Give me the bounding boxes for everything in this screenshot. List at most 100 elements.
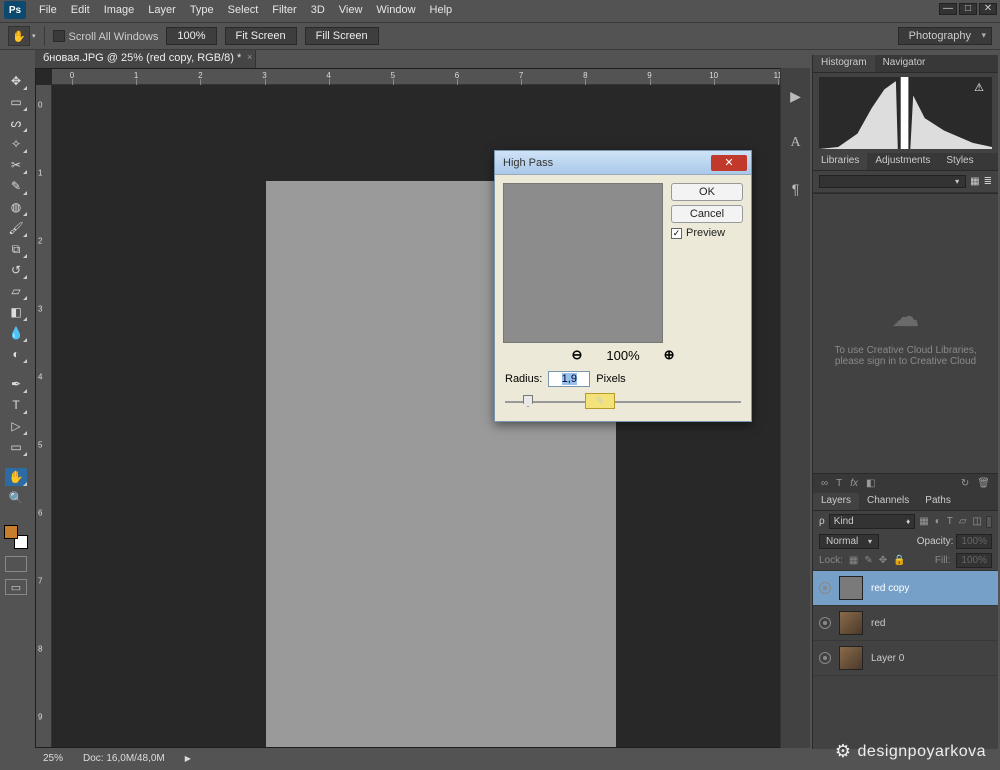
zoom-tool[interactable]: 🔍: [5, 489, 27, 507]
warning-icon[interactable]: ⚠: [974, 81, 984, 94]
menu-filter[interactable]: Filter: [265, 2, 303, 18]
layer-row[interactable]: red copy: [813, 571, 998, 606]
trash-icon[interactable]: 🗑: [977, 478, 990, 489]
menu-select[interactable]: Select: [221, 2, 266, 18]
eyedropper-tool[interactable]: ✎: [5, 177, 27, 195]
filter-shape-icon[interactable]: ▱: [959, 516, 967, 527]
layer-filter-kind[interactable]: Kind♦: [829, 514, 916, 529]
opacity-value[interactable]: 100%: [956, 534, 992, 549]
character-panel-icon[interactable]: A: [790, 135, 800, 151]
gradient-tool[interactable]: ◧: [5, 303, 27, 321]
play-icon[interactable]: ▶: [790, 88, 801, 105]
pen-tool[interactable]: ✒: [5, 375, 27, 393]
hand-tool[interactable]: ✋: [5, 468, 27, 486]
menu-help[interactable]: Help: [423, 2, 460, 18]
lock-all-icon[interactable]: 🔒: [893, 555, 905, 566]
ok-button[interactable]: OK: [671, 183, 743, 201]
preview-checkbox[interactable]: ✓Preview: [671, 227, 743, 239]
healing-brush-tool[interactable]: ◍: [5, 198, 27, 216]
filter-adjust-icon[interactable]: ◐: [935, 516, 941, 527]
menu-image[interactable]: Image: [97, 2, 142, 18]
quick-mask-toggle[interactable]: [5, 556, 27, 572]
tab-adjustments[interactable]: Adjustments: [867, 153, 938, 170]
crop-tool[interactable]: ✂: [5, 156, 27, 174]
menu-window[interactable]: Window: [369, 2, 422, 18]
close-tab-icon[interactable]: ×: [247, 52, 252, 62]
path-selection-tool[interactable]: ▷: [5, 417, 27, 435]
minimize-button[interactable]: —: [939, 3, 957, 15]
blur-tool[interactable]: 💧: [5, 324, 27, 342]
menu-edit[interactable]: Edit: [64, 2, 97, 18]
eraser-tool[interactable]: ▱: [5, 282, 27, 300]
menu-layer[interactable]: Layer: [141, 2, 183, 18]
dialog-titlebar[interactable]: High Pass ✕: [495, 151, 751, 175]
workspace-picker[interactable]: Photography: [898, 27, 992, 45]
shape-tool[interactable]: ▭: [5, 438, 27, 456]
layer-thumbnail[interactable]: [839, 576, 863, 600]
filter-type-icon[interactable]: T: [947, 516, 953, 527]
status-zoom[interactable]: 25%: [43, 753, 63, 764]
lock-pixels-icon[interactable]: ▦: [849, 555, 858, 566]
filter-preview[interactable]: [503, 183, 663, 343]
slider-thumb[interactable]: [523, 395, 533, 407]
filter-pixel-icon[interactable]: ▦: [919, 516, 928, 527]
grid-view-icon[interactable]: ▦: [970, 176, 979, 187]
menu-file[interactable]: File: [32, 2, 64, 18]
visibility-toggle[interactable]: [819, 617, 831, 629]
layer-name[interactable]: red copy: [871, 583, 909, 594]
status-doc-info[interactable]: Doc: 16,0M/48,0M: [83, 753, 165, 764]
dodge-tool[interactable]: ◐: [5, 345, 27, 363]
tab-histogram[interactable]: Histogram: [813, 55, 875, 72]
lasso-tool[interactable]: ᔕ: [5, 114, 27, 132]
layer-row[interactable]: Layer 0: [813, 641, 998, 676]
close-window-button[interactable]: ✕: [979, 3, 997, 15]
zoom-in-icon[interactable]: ⊕: [664, 347, 675, 363]
layer-thumbnail[interactable]: [839, 646, 863, 670]
tab-paths[interactable]: Paths: [917, 493, 959, 510]
paragraph-panel-icon[interactable]: ¶: [792, 181, 800, 197]
hand-tool-icon[interactable]: ✋: [8, 26, 30, 46]
cancel-button[interactable]: Cancel: [671, 205, 743, 223]
status-arrow-icon[interactable]: ▶: [185, 754, 191, 763]
magic-wand-tool[interactable]: ✧: [5, 135, 27, 153]
fill-value[interactable]: 100%: [956, 553, 992, 568]
filter-smart-icon[interactable]: ◫: [973, 516, 982, 527]
radius-input[interactable]: 1,9: [548, 371, 590, 387]
scroll-all-checkbox[interactable]: Scroll All Windows: [53, 30, 159, 43]
marquee-tool[interactable]: ▭: [5, 93, 27, 111]
screen-mode-toggle[interactable]: ▭: [5, 579, 27, 595]
sync-icon[interactable]: ↻: [961, 478, 969, 489]
brush-tool[interactable]: 🖌: [5, 219, 27, 237]
stamp-tool[interactable]: ⧉: [5, 240, 27, 258]
tab-libraries[interactable]: Libraries: [813, 153, 867, 170]
lock-position-icon[interactable]: ✎: [864, 555, 872, 566]
layer-row[interactable]: red: [813, 606, 998, 641]
fill-screen-button[interactable]: Fill Screen: [305, 27, 379, 45]
layer-name[interactable]: red: [871, 618, 885, 629]
lock-move-icon[interactable]: ✥: [879, 555, 887, 566]
layer-name[interactable]: Layer 0: [871, 653, 904, 664]
tab-styles[interactable]: Styles: [938, 153, 981, 170]
layer-thumbnail[interactable]: [839, 611, 863, 635]
list-view-icon[interactable]: ≣: [984, 176, 992, 187]
menu-3d[interactable]: 3D: [304, 2, 332, 18]
dialog-close-button[interactable]: ✕: [711, 155, 747, 171]
library-picker[interactable]: ▾: [819, 175, 966, 188]
type-tool[interactable]: T: [5, 396, 27, 414]
tool-preset-picker[interactable]: ▾: [32, 32, 36, 40]
maximize-button[interactable]: □: [959, 3, 977, 15]
fit-screen-button[interactable]: Fit Screen: [225, 27, 297, 45]
tab-channels[interactable]: Channels: [859, 493, 917, 510]
blend-mode-picker[interactable]: Normal▾: [819, 534, 879, 549]
history-brush-tool[interactable]: ↺: [5, 261, 27, 279]
fx-icon[interactable]: fx: [850, 478, 858, 489]
filter-toggle[interactable]: [986, 516, 992, 528]
visibility-toggle[interactable]: [819, 582, 831, 594]
fill-swatch-icon[interactable]: ◧: [866, 478, 875, 489]
type-style-icon[interactable]: T: [836, 478, 842, 489]
zoom-100-button[interactable]: 100%: [166, 27, 216, 45]
link-icon[interactable]: ∞: [821, 478, 828, 489]
zoom-out-icon[interactable]: ⊖: [571, 347, 582, 363]
document-tab[interactable]: бновая.JPG @ 25% (red copy, RGB/8) *×: [35, 50, 256, 68]
color-swatches[interactable]: [4, 525, 28, 549]
